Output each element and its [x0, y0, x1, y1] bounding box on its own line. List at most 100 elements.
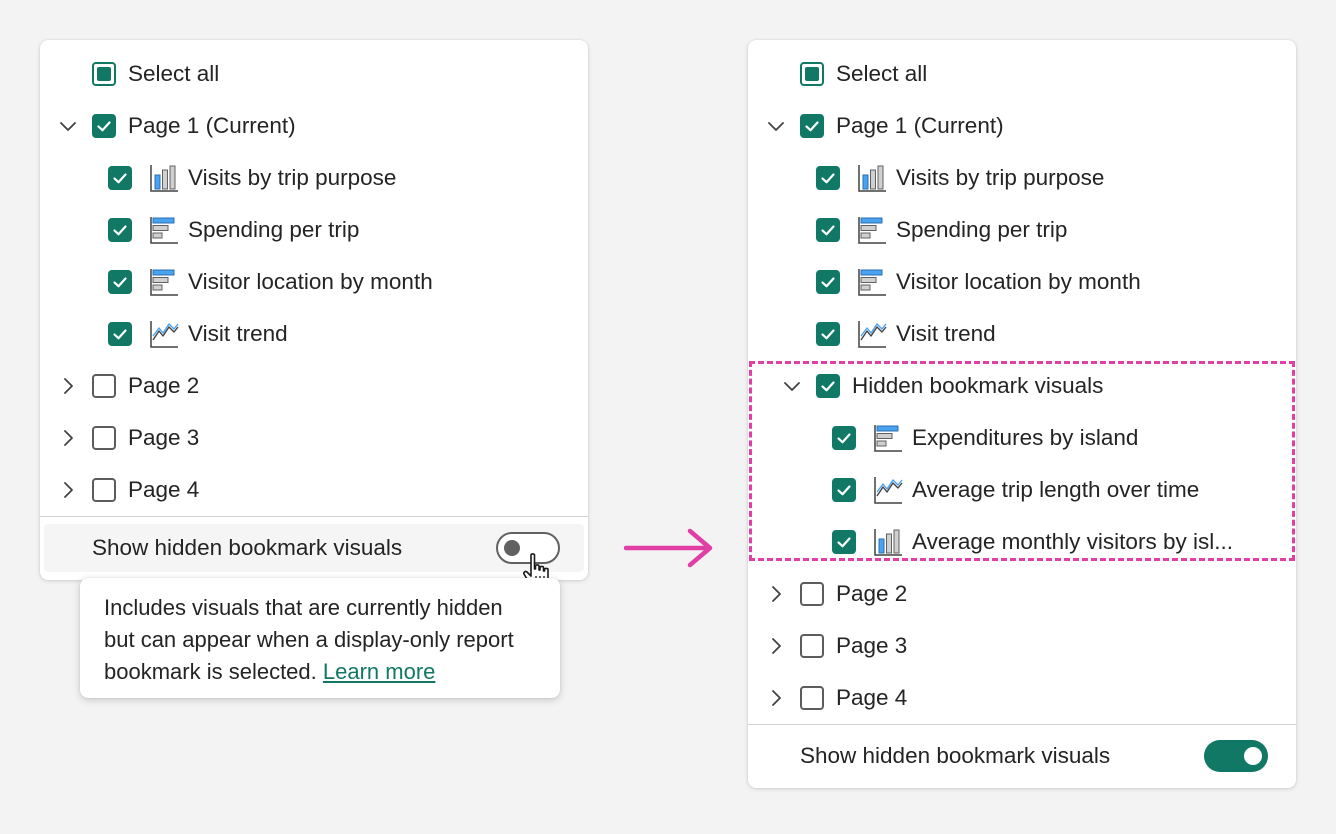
toggle-knob — [1244, 747, 1262, 765]
bar-chart-icon — [856, 214, 888, 246]
visual-row[interactable]: Spending per trip — [748, 204, 1296, 256]
page-checkbox[interactable] — [92, 374, 116, 398]
chevron-down-icon[interactable] — [780, 374, 804, 398]
page-checkbox[interactable] — [92, 478, 116, 502]
visual-checkbox[interactable] — [108, 166, 132, 190]
visual-row[interactable]: Visits by trip purpose — [748, 152, 1296, 204]
visual-checkbox[interactable] — [108, 218, 132, 242]
arrow-right-icon — [624, 528, 713, 568]
hidden-visual-checkbox[interactable] — [832, 426, 856, 450]
toggle-knob — [504, 540, 520, 556]
show-hidden-toggle[interactable] — [1204, 740, 1268, 772]
column-chart-icon — [856, 162, 888, 194]
right-bookmark-panel: Select all Page 1 (Current) Visits by tr… — [748, 40, 1296, 788]
page-1-checkbox[interactable] — [800, 114, 824, 138]
page-label: Page 4 — [128, 477, 200, 502]
visual-checkbox[interactable] — [816, 166, 840, 190]
page-1-row[interactable]: Page 1 (Current) — [748, 100, 1296, 152]
toggle-label: Show hidden bookmark visuals — [800, 743, 1111, 768]
page-checkbox[interactable] — [92, 426, 116, 450]
page-row[interactable]: Page 3 — [748, 620, 1296, 672]
visual-checkbox[interactable] — [816, 270, 840, 294]
page-label: Page 3 — [836, 633, 908, 658]
visual-row[interactable]: Visitor location by month — [748, 256, 1296, 308]
check-icon — [108, 218, 132, 242]
check-icon — [816, 166, 840, 190]
page-label: Page 2 — [836, 581, 908, 606]
page-label: Page 4 — [836, 685, 908, 710]
bar-chart-icon — [872, 422, 904, 454]
chevron-right-icon[interactable] — [56, 426, 80, 450]
visual-row[interactable]: Visit trend — [748, 308, 1296, 360]
page-checkbox[interactable] — [800, 634, 824, 658]
page-1-checkbox[interactable] — [92, 114, 116, 138]
select-all-label: Select all — [128, 61, 220, 86]
check-icon — [108, 270, 132, 294]
show-hidden-toggle-row[interactable]: Show hidden bookmark visuals — [752, 732, 1292, 780]
select-all-row[interactable]: Select all — [748, 48, 1296, 100]
learn-more-link[interactable]: Learn more — [323, 659, 436, 684]
page-1-row[interactable]: Page 1 (Current) — [40, 100, 588, 152]
visual-label: Visits by trip purpose — [188, 165, 397, 190]
visual-checkbox[interactable] — [108, 270, 132, 294]
select-all-row[interactable]: Select all — [40, 48, 588, 100]
check-icon — [816, 218, 840, 242]
hidden-visual-row[interactable]: Average trip length over time — [748, 464, 1296, 516]
visual-label: Visit trend — [896, 321, 996, 346]
chevron-down-icon[interactable] — [764, 114, 788, 138]
show-hidden-toggle-row[interactable]: Show hidden bookmark visuals — [44, 524, 584, 572]
divider — [40, 516, 588, 517]
hidden-visual-checkbox[interactable] — [832, 478, 856, 502]
check-icon — [800, 114, 824, 138]
page-1-label: Page 1 (Current) — [836, 113, 1004, 138]
visual-row[interactable]: Visit trend — [40, 308, 588, 360]
bar-chart-icon — [148, 214, 180, 246]
partial-indicator-icon — [97, 67, 111, 81]
page-row[interactable]: Page 3 — [40, 412, 588, 464]
chevron-down-icon[interactable] — [56, 114, 80, 138]
bar-chart-icon — [148, 266, 180, 298]
visual-row[interactable]: Spending per trip — [40, 204, 588, 256]
check-icon — [832, 426, 856, 450]
hidden-visual-row[interactable]: Average monthly visitors by isl... — [748, 516, 1296, 568]
hidden-group-checkbox[interactable] — [816, 374, 840, 398]
page-1-label: Page 1 (Current) — [128, 113, 296, 138]
visual-label: Spending per trip — [896, 217, 1068, 242]
chevron-right-icon[interactable] — [764, 582, 788, 606]
hidden-visual-label: Average monthly visitors by isl... — [912, 529, 1233, 554]
chevron-right-icon[interactable] — [56, 374, 80, 398]
chevron-right-icon[interactable] — [56, 478, 80, 502]
chevron-right-icon[interactable] — [764, 686, 788, 710]
visual-row[interactable]: Visits by trip purpose — [40, 152, 588, 204]
chevron-right-icon[interactable] — [764, 634, 788, 658]
visual-label: Visitor location by month — [896, 269, 1141, 294]
check-icon — [832, 530, 856, 554]
hidden-group-row[interactable]: Hidden bookmark visuals — [748, 360, 1296, 412]
visual-checkbox[interactable] — [816, 218, 840, 242]
check-icon — [816, 322, 840, 346]
line-chart-icon — [856, 318, 888, 350]
page-row[interactable]: Page 4 — [40, 464, 588, 516]
check-icon — [816, 374, 840, 398]
visual-label: Visits by trip purpose — [896, 165, 1105, 190]
toggle-label: Show hidden bookmark visuals — [92, 535, 403, 560]
column-chart-icon — [148, 162, 180, 194]
check-icon — [816, 270, 840, 294]
line-chart-icon — [872, 474, 904, 506]
visual-checkbox[interactable] — [816, 322, 840, 346]
visual-row[interactable]: Visitor location by month — [40, 256, 588, 308]
page-row[interactable]: Page 2 — [748, 568, 1296, 620]
page-checkbox[interactable] — [800, 582, 824, 606]
hidden-visual-checkbox[interactable] — [832, 530, 856, 554]
select-all-checkbox[interactable] — [92, 62, 116, 86]
select-all-checkbox[interactable] — [800, 62, 824, 86]
page-label: Page 3 — [128, 425, 200, 450]
visual-checkbox[interactable] — [108, 322, 132, 346]
page-checkbox[interactable] — [800, 686, 824, 710]
page-row[interactable]: Page 4 — [748, 672, 1296, 724]
page-row[interactable]: Page 2 — [40, 360, 588, 412]
hidden-visual-label: Expenditures by island — [912, 425, 1139, 450]
hidden-visual-row[interactable]: Expenditures by island — [748, 412, 1296, 464]
hidden-visual-label: Average trip length over time — [912, 477, 1200, 502]
check-icon — [92, 114, 116, 138]
